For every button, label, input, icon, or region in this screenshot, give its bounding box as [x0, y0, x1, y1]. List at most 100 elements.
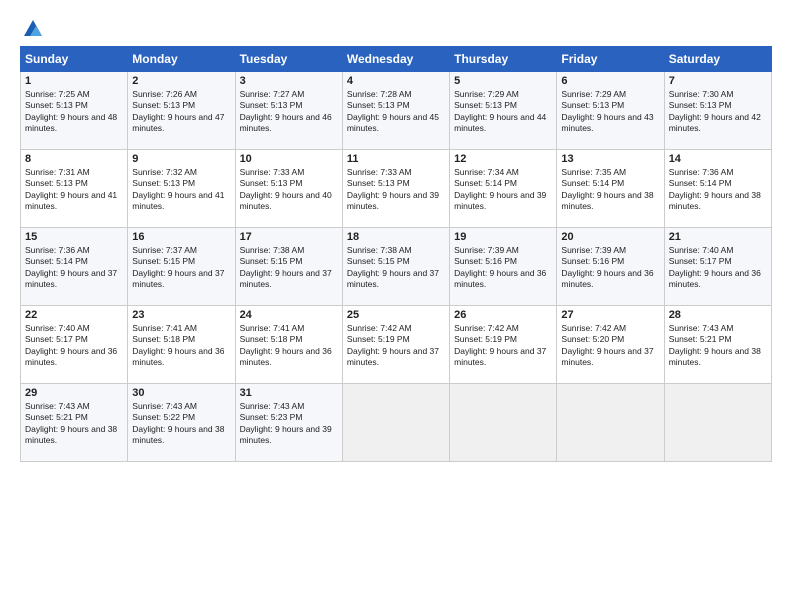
day-number: 12 [454, 153, 552, 165]
day-info: Sunrise: 7:35 AMSunset: 5:14 PMDaylight:… [561, 167, 659, 213]
day-info: Sunrise: 7:43 AMSunset: 5:21 PMDaylight:… [669, 323, 767, 369]
day-info: Sunrise: 7:38 AMSunset: 5:15 PMDaylight:… [240, 245, 338, 291]
table-row: 18 Sunrise: 7:38 AMSunset: 5:15 PMDayligh… [342, 228, 449, 306]
day-number: 25 [347, 309, 445, 321]
table-row: 5Sunrise: 7:29 AMSunset: 5:13 PMDaylight… [450, 72, 557, 150]
table-row: 22Sunrise: 7:40 AMSunset: 5:17 PMDayligh… [21, 306, 128, 384]
table-row [450, 384, 557, 462]
table-row: 13 Sunrise: 7:35 AMSunset: 5:14 PMDayligh… [557, 150, 664, 228]
table-row: 8 Sunrise: 7:31 AMSunset: 5:13 PMDaylight… [21, 150, 128, 228]
logo-icon [22, 18, 44, 40]
table-row: 21 Sunrise: 7:40 AMSunset: 5:17 PMDayligh… [664, 228, 771, 306]
table-row: 3 Sunrise: 7:27 AMSunset: 5:13 PMDaylight… [235, 72, 342, 150]
day-info: Sunrise: 7:37 AMSunset: 5:15 PMDaylight:… [132, 245, 230, 291]
table-row [342, 384, 449, 462]
day-number: 23 [132, 309, 230, 321]
logo [20, 18, 44, 36]
day-number: 20 [561, 231, 659, 243]
day-number: 28 [669, 309, 767, 321]
day-number: 6 [561, 75, 659, 87]
calendar-week: 1 Sunrise: 7:25 AMSunset: 5:13 PMDaylight… [21, 72, 772, 150]
day-number: 30 [132, 387, 230, 399]
calendar-page: SundayMondayTuesdayWednesdayThursdayFrid… [0, 0, 792, 612]
header-row: SundayMondayTuesdayWednesdayThursdayFrid… [21, 47, 772, 72]
table-row [557, 384, 664, 462]
day-info: Sunrise: 7:30 AMSunset: 5:13 PMDaylight:… [669, 89, 767, 135]
day-info: Sunrise: 7:41 AMSunset: 5:18 PMDaylight:… [132, 323, 230, 369]
day-number: 2 [132, 75, 230, 87]
calendar-week: 8 Sunrise: 7:31 AMSunset: 5:13 PMDaylight… [21, 150, 772, 228]
header [20, 18, 772, 36]
day-info: Sunrise: 7:43 AMSunset: 5:21 PMDaylight:… [25, 401, 123, 447]
day-info: Sunrise: 7:26 AMSunset: 5:13 PMDaylight:… [132, 89, 230, 135]
calendar-week: 15 Sunrise: 7:36 AMSunset: 5:14 PMDayligh… [21, 228, 772, 306]
day-number: 11 [347, 153, 445, 165]
table-row: 26 Sunrise: 7:42 AMSunset: 5:19 PMDayligh… [450, 306, 557, 384]
day-number: 17 [240, 231, 338, 243]
day-info: Sunrise: 7:33 AMSunset: 5:13 PMDaylight:… [240, 167, 338, 213]
table-row: 30 Sunrise: 7:43 AMSunset: 5:22 PMDayligh… [128, 384, 235, 462]
day-info: Sunrise: 7:36 AMSunset: 5:14 PMDaylight:… [25, 245, 123, 291]
day-info: Sunrise: 7:34 AMSunset: 5:14 PMDaylight:… [454, 167, 552, 213]
table-row: 14 Sunrise: 7:36 AMSunset: 5:14 PMDayligh… [664, 150, 771, 228]
day-info: Sunrise: 7:33 AMSunset: 5:13 PMDaylight:… [347, 167, 445, 213]
table-row: 31 Sunrise: 7:43 AMSunset: 5:23 PMDayligh… [235, 384, 342, 462]
day-number: 10 [240, 153, 338, 165]
table-row: 23 Sunrise: 7:41 AMSunset: 5:18 PMDayligh… [128, 306, 235, 384]
table-row: 29 Sunrise: 7:43 AMSunset: 5:21 PMDayligh… [21, 384, 128, 462]
day-info: Sunrise: 7:40 AMSunset: 5:17 PMDaylight:… [25, 323, 123, 369]
table-row: 20 Sunrise: 7:39 AMSunset: 5:16 PMDayligh… [557, 228, 664, 306]
day-number: 5 [454, 75, 552, 87]
weekday-header: Saturday [664, 47, 771, 72]
day-info: Sunrise: 7:39 AMSunset: 5:16 PMDaylight:… [561, 245, 659, 291]
day-number: 8 [25, 153, 123, 165]
weekday-header: Friday [557, 47, 664, 72]
day-info: Sunrise: 7:27 AMSunset: 5:13 PMDaylight:… [240, 89, 338, 135]
table-row: 1 Sunrise: 7:25 AMSunset: 5:13 PMDaylight… [21, 72, 128, 150]
day-number: 1 [25, 75, 123, 87]
weekday-header: Wednesday [342, 47, 449, 72]
weekday-header: Sunday [21, 47, 128, 72]
day-info: Sunrise: 7:43 AMSunset: 5:23 PMDaylight:… [240, 401, 338, 447]
day-info: Sunrise: 7:42 AMSunset: 5:19 PMDaylight:… [454, 323, 552, 369]
table-row: 17 Sunrise: 7:38 AMSunset: 5:15 PMDayligh… [235, 228, 342, 306]
weekday-header: Monday [128, 47, 235, 72]
day-number: 9 [132, 153, 230, 165]
day-number: 3 [240, 75, 338, 87]
day-info: Sunrise: 7:40 AMSunset: 5:17 PMDaylight:… [669, 245, 767, 291]
table-row: 19Sunrise: 7:39 AMSunset: 5:16 PMDayligh… [450, 228, 557, 306]
day-info: Sunrise: 7:41 AMSunset: 5:18 PMDaylight:… [240, 323, 338, 369]
day-info: Sunrise: 7:38 AMSunset: 5:15 PMDaylight:… [347, 245, 445, 291]
day-number: 21 [669, 231, 767, 243]
day-number: 15 [25, 231, 123, 243]
day-info: Sunrise: 7:43 AMSunset: 5:22 PMDaylight:… [132, 401, 230, 447]
table-row [664, 384, 771, 462]
table-row: 16 Sunrise: 7:37 AMSunset: 5:15 PMDayligh… [128, 228, 235, 306]
day-number: 31 [240, 387, 338, 399]
day-number: 26 [454, 309, 552, 321]
day-number: 24 [240, 309, 338, 321]
day-info: Sunrise: 7:39 AMSunset: 5:16 PMDaylight:… [454, 245, 552, 291]
day-info: Sunrise: 7:32 AMSunset: 5:13 PMDaylight:… [132, 167, 230, 213]
day-info: Sunrise: 7:36 AMSunset: 5:14 PMDaylight:… [669, 167, 767, 213]
day-number: 14 [669, 153, 767, 165]
table-row: 9 Sunrise: 7:32 AMSunset: 5:13 PMDaylight… [128, 150, 235, 228]
table-row: 7Sunrise: 7:30 AMSunset: 5:13 PMDaylight… [664, 72, 771, 150]
day-info: Sunrise: 7:25 AMSunset: 5:13 PMDaylight:… [25, 89, 123, 135]
day-info: Sunrise: 7:29 AMSunset: 5:13 PMDaylight:… [561, 89, 659, 135]
table-row: 4Sunrise: 7:28 AMSunset: 5:13 PMDaylight… [342, 72, 449, 150]
table-row: 25Sunrise: 7:42 AMSunset: 5:19 PMDayligh… [342, 306, 449, 384]
day-number: 18 [347, 231, 445, 243]
day-number: 27 [561, 309, 659, 321]
table-row: 12 Sunrise: 7:34 AMSunset: 5:14 PMDayligh… [450, 150, 557, 228]
day-info: Sunrise: 7:31 AMSunset: 5:13 PMDaylight:… [25, 167, 123, 213]
day-info: Sunrise: 7:28 AMSunset: 5:13 PMDaylight:… [347, 89, 445, 135]
day-number: 29 [25, 387, 123, 399]
day-number: 16 [132, 231, 230, 243]
calendar-week: 29 Sunrise: 7:43 AMSunset: 5:21 PMDayligh… [21, 384, 772, 462]
table-row: 10 Sunrise: 7:33 AMSunset: 5:13 PMDayligh… [235, 150, 342, 228]
table-row: 28 Sunrise: 7:43 AMSunset: 5:21 PMDayligh… [664, 306, 771, 384]
table-row: 2 Sunrise: 7:26 AMSunset: 5:13 PMDaylight… [128, 72, 235, 150]
calendar-table: SundayMondayTuesdayWednesdayThursdayFrid… [20, 46, 772, 462]
day-number: 13 [561, 153, 659, 165]
